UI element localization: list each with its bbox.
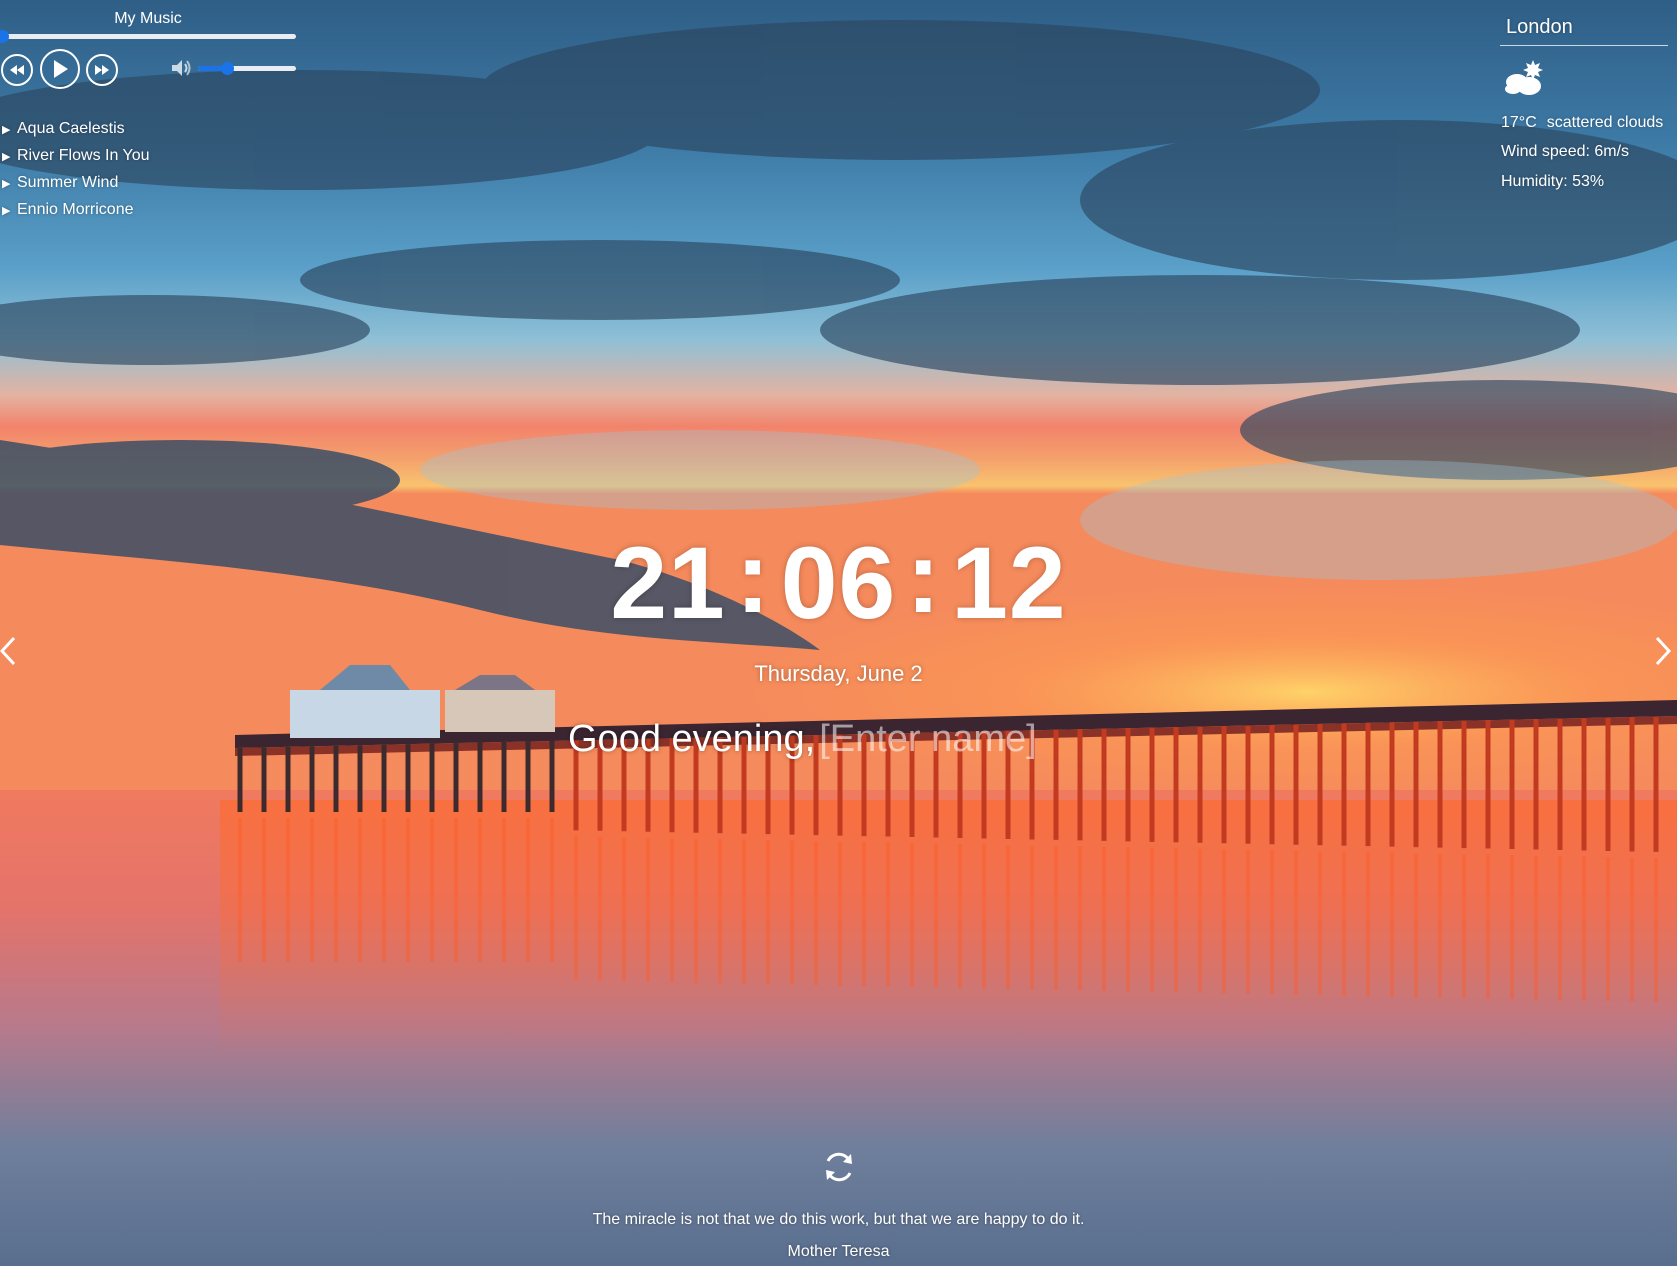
playlist-item-label: River Flows In You (17, 147, 150, 164)
volume-slider[interactable] (198, 62, 296, 75)
refresh-icon[interactable] (820, 1148, 858, 1186)
playlist-item-label: Summer Wind (17, 174, 119, 191)
player-title: My Music (114, 10, 182, 27)
weather-city[interactable]: London (1500, 12, 1668, 46)
greeting-text: Good evening, (568, 718, 816, 760)
weather-humidity: Humidity: 53% (1501, 173, 1605, 190)
weather-widget: London 17°C scattered clouds Wind speed: … (1500, 12, 1672, 190)
playlist-item-label: Ennio Morricone (17, 201, 134, 218)
rewind-button[interactable] (1, 54, 33, 86)
clock: 21:06:12 (0, 526, 1677, 634)
playlist-item[interactable]: ▶ Summer Wind (2, 170, 150, 197)
quote-author: Mother Teresa (787, 1243, 890, 1260)
playlist: ▶ Aqua Caelestis ▶ River Flows In You ▶ Sum… (2, 116, 150, 224)
clock-separator: : (906, 520, 942, 634)
play-item-icon: ▶ (2, 151, 11, 163)
play-icon (54, 60, 68, 78)
clock-hours: 21 (610, 526, 726, 640)
scattered-clouds-icon (1505, 60, 1543, 95)
weather-temperature: 17°C (1501, 114, 1537, 131)
date-display: Thursday, June 2 (754, 661, 923, 686)
clock-minutes: 06 (780, 526, 897, 640)
play-button[interactable] (40, 49, 80, 89)
play-item-icon: ▶ (2, 205, 11, 217)
weather-summary: 17°C scattered clouds (1501, 114, 1663, 132)
playlist-item[interactable]: ▶ Ennio Morricone (2, 197, 150, 224)
clock-separator: : (735, 520, 771, 634)
greeting: Good evening, (568, 718, 1080, 761)
playlist-item[interactable]: ▶ Aqua Caelestis (2, 116, 150, 143)
fast-forward-icon (95, 65, 109, 75)
play-item-icon: ▶ (2, 124, 11, 136)
name-input[interactable] (819, 718, 1080, 761)
playlist-item-label: Aqua Caelestis (17, 120, 125, 137)
weather-wind: Wind speed: 6m/s (1501, 143, 1630, 160)
playlist-item[interactable]: ▶ River Flows In You (2, 143, 150, 170)
clock-seconds: 12 (951, 526, 1067, 640)
fast-forward-button[interactable] (86, 54, 118, 86)
play-item-icon: ▶ (2, 178, 11, 190)
progress-bar[interactable] (0, 30, 296, 43)
weather-description: scattered clouds (1546, 114, 1664, 131)
quote-text: The miracle is not that we do this work,… (592, 1211, 1085, 1228)
volume-icon[interactable] (170, 57, 192, 79)
rewind-icon (10, 65, 24, 75)
